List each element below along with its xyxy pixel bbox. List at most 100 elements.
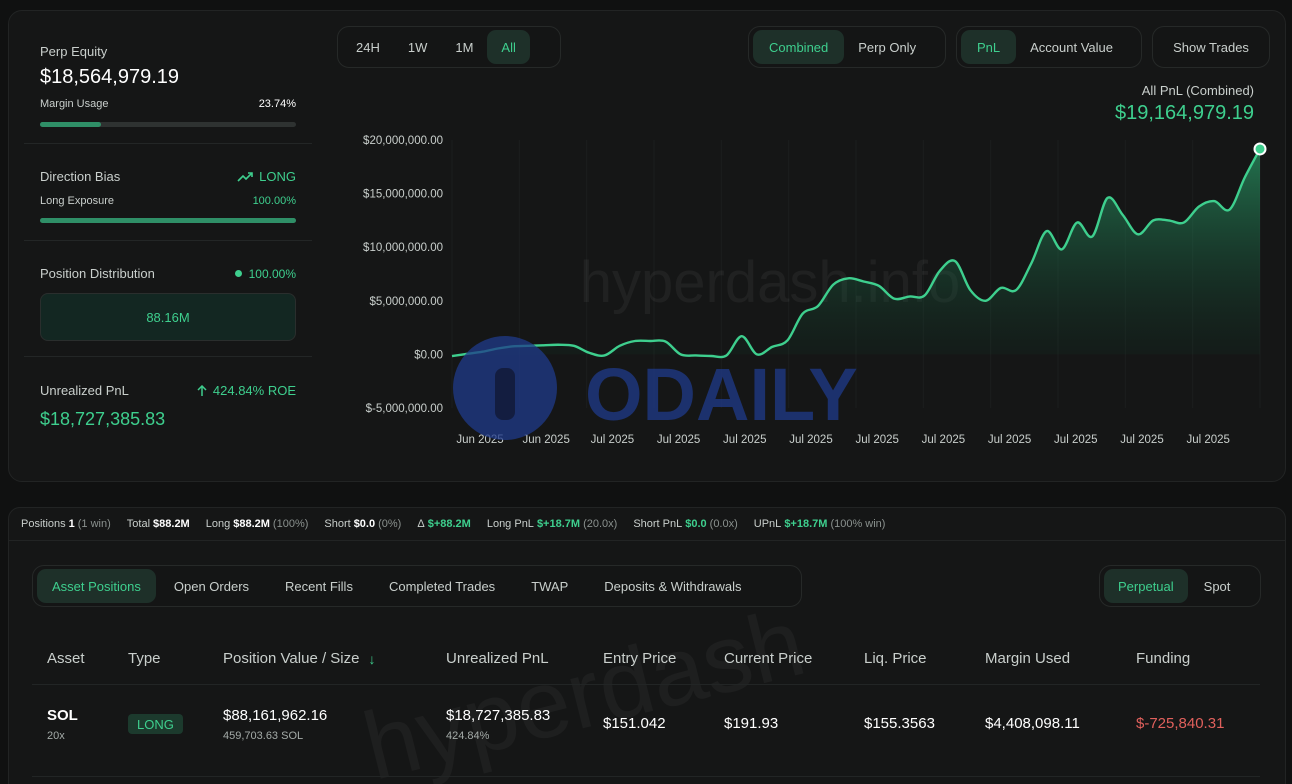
margin-usage-label: Margin Usage xyxy=(40,98,109,110)
margin-used: $4,408,098.11 xyxy=(985,715,1080,732)
show-trades-button[interactable]: Show Trades xyxy=(1152,26,1270,68)
tab-perp-only[interactable]: Perp Only xyxy=(844,30,930,64)
header-unrealized-pnl[interactable]: Unrealized PnL xyxy=(446,650,549,667)
header-asset[interactable]: Asset xyxy=(47,650,85,667)
x-tick-label: Jul 2025 xyxy=(1120,434,1163,446)
trending-up-icon xyxy=(237,171,253,182)
y-tick-label: $0.00 xyxy=(414,349,443,361)
x-tick-label: Jul 2025 xyxy=(922,434,965,446)
tab-account-value[interactable]: Account Value xyxy=(1016,30,1127,64)
long-pnl-value: $+18.7M xyxy=(536,518,581,530)
type-badge: LONG xyxy=(128,714,183,734)
margin-usage-value: 23.74% xyxy=(258,98,296,110)
positions-summary-bar: Positions 1 (1 win) Total $88.2M Long $88.2M… xyxy=(8,507,1286,541)
direction-bias-label: Direction Bias xyxy=(40,169,121,184)
position-distribution-block: Position Distribution 100.00% xyxy=(40,266,296,281)
long-exposure-bar xyxy=(40,218,296,223)
position-distribution-box[interactable]: 88.16M xyxy=(40,293,296,341)
delta-value: $+88.2M xyxy=(427,518,471,530)
total-value: $88.2M xyxy=(153,518,190,530)
delta-label: Δ xyxy=(417,518,425,530)
x-tick-label: Jul 2025 xyxy=(1186,434,1229,446)
position-size: 459,703.63 SOL xyxy=(223,730,304,742)
perp-equity-value: $18,564,979.19 xyxy=(40,66,180,88)
header-current-price[interactable]: Current Price xyxy=(724,650,812,667)
tab-deposits-withdrawals[interactable]: Deposits & Withdrawals xyxy=(586,569,759,603)
position-value: $88,161,962.16 xyxy=(223,707,328,724)
pnl-chart[interactable]: hyperdash.info $20,000,000.00$15,000,000… xyxy=(330,80,1270,460)
header-position-value[interactable]: Position Value / Size ↓ xyxy=(223,650,375,667)
time-range-tabs: 24H 1W 1M All xyxy=(337,26,561,68)
header-position-value-label: Position Value / Size xyxy=(223,650,360,667)
positions-label: Positions xyxy=(21,518,66,530)
tab-recent-fills[interactable]: Recent Fills xyxy=(267,569,371,603)
entry-price: $151.042 xyxy=(603,715,666,732)
tab-open-orders[interactable]: Open Orders xyxy=(156,569,267,603)
divider xyxy=(24,356,312,357)
market-tabs: Perpetual Spot xyxy=(1099,565,1261,607)
x-tick-label: Jun 2025 xyxy=(523,434,570,446)
tab-1w[interactable]: 1W xyxy=(394,30,442,64)
long-label: Long xyxy=(205,518,231,530)
upnl-note: (100% win) xyxy=(830,518,886,530)
header-liq-price[interactable]: Liq. Price xyxy=(864,650,927,667)
asset-symbol[interactable]: SOL xyxy=(47,707,78,724)
unrealized-pnl-block: Unrealized PnL 424.84% ROE $18,727,385.8… xyxy=(40,383,296,430)
show-trades-label: Show Trades xyxy=(1173,39,1249,55)
green-dot-icon xyxy=(234,270,242,277)
funding-value: $-725,840.31 xyxy=(1136,715,1225,732)
tab-asset-positions[interactable]: Asset Positions xyxy=(37,569,156,603)
short-pnl-label: Short PnL xyxy=(633,518,683,530)
y-tick-label: $5,000,000.00 xyxy=(369,296,443,308)
long-exposure-value: 100.00% xyxy=(252,195,296,207)
tab-1m[interactable]: 1M xyxy=(441,30,487,64)
tab-combined[interactable]: Combined xyxy=(753,30,845,64)
upnl-value: $+18.7M xyxy=(784,518,828,530)
upnl-label: UPnL xyxy=(753,518,782,530)
odaily-watermark-text: ODAILY xyxy=(585,353,858,436)
x-tick-label: Jul 2025 xyxy=(855,434,898,446)
positions-count: 1 xyxy=(68,518,75,530)
pnl-last-point[interactable] xyxy=(1253,142,1267,156)
liq-price: $155.3563 xyxy=(864,715,935,732)
y-tick-label: $10,000,000.00 xyxy=(363,242,443,254)
direction-bias-block: Direction Bias LONG Long Exposure 100.00… xyxy=(40,169,296,207)
long-pnl-label: Long PnL xyxy=(486,518,534,530)
tab-24h[interactable]: 24H xyxy=(342,30,394,64)
position-distribution-label: Position Distribution xyxy=(40,266,155,281)
header-margin-used[interactable]: Margin Used xyxy=(985,650,1070,667)
mode-tabs: Combined Perp Only xyxy=(748,26,946,68)
tab-all[interactable]: All xyxy=(487,30,530,64)
unrealized-pnl-pct: 424.84% xyxy=(446,730,490,742)
long-exposure-label: Long Exposure xyxy=(40,195,114,207)
table-tabs: Asset Positions Open Orders Recent Fills… xyxy=(32,565,802,607)
unrealized-pnl-label: Unrealized PnL xyxy=(40,383,129,398)
y-tick-label: $20,000,000.00 xyxy=(363,135,443,147)
tab-twap[interactable]: TWAP xyxy=(513,569,586,603)
x-tick-label: Jul 2025 xyxy=(1054,434,1097,446)
x-tick-label: Jul 2025 xyxy=(988,434,1031,446)
tab-pnl[interactable]: PnL xyxy=(961,30,1017,64)
short-note: (0%) xyxy=(378,518,402,530)
tab-completed-trades[interactable]: Completed Trades xyxy=(371,569,513,603)
header-entry-price[interactable]: Entry Price xyxy=(603,650,676,667)
header-funding[interactable]: Funding xyxy=(1136,650,1190,667)
metric-tabs: PnL Account Value xyxy=(956,26,1142,68)
divider xyxy=(24,143,312,144)
header-type[interactable]: Type xyxy=(128,650,161,667)
current-price: $191.93 xyxy=(724,715,779,732)
long-value: $88.2M xyxy=(233,518,270,530)
sort-down-icon: ↓ xyxy=(368,650,376,667)
perp-equity-block: Perp Equity $18,564,979.19 Margin Usage … xyxy=(40,44,296,110)
long-pnl-note: (20.0x) xyxy=(583,518,618,530)
asset-leverage: 20x xyxy=(47,730,65,742)
unrealized-pnl-cell: $18,727,385.83 xyxy=(446,707,551,724)
short-label: Short xyxy=(324,518,351,530)
short-value: $0.0 xyxy=(353,518,376,530)
divider xyxy=(24,240,312,241)
tab-spot[interactable]: Spot xyxy=(1188,569,1247,603)
tab-perpetual[interactable]: Perpetual xyxy=(1104,569,1188,603)
short-pnl-value: $0.0 xyxy=(685,518,707,530)
arrow-up-icon xyxy=(197,384,207,396)
position-distribution-value: 100.00% xyxy=(248,266,296,281)
